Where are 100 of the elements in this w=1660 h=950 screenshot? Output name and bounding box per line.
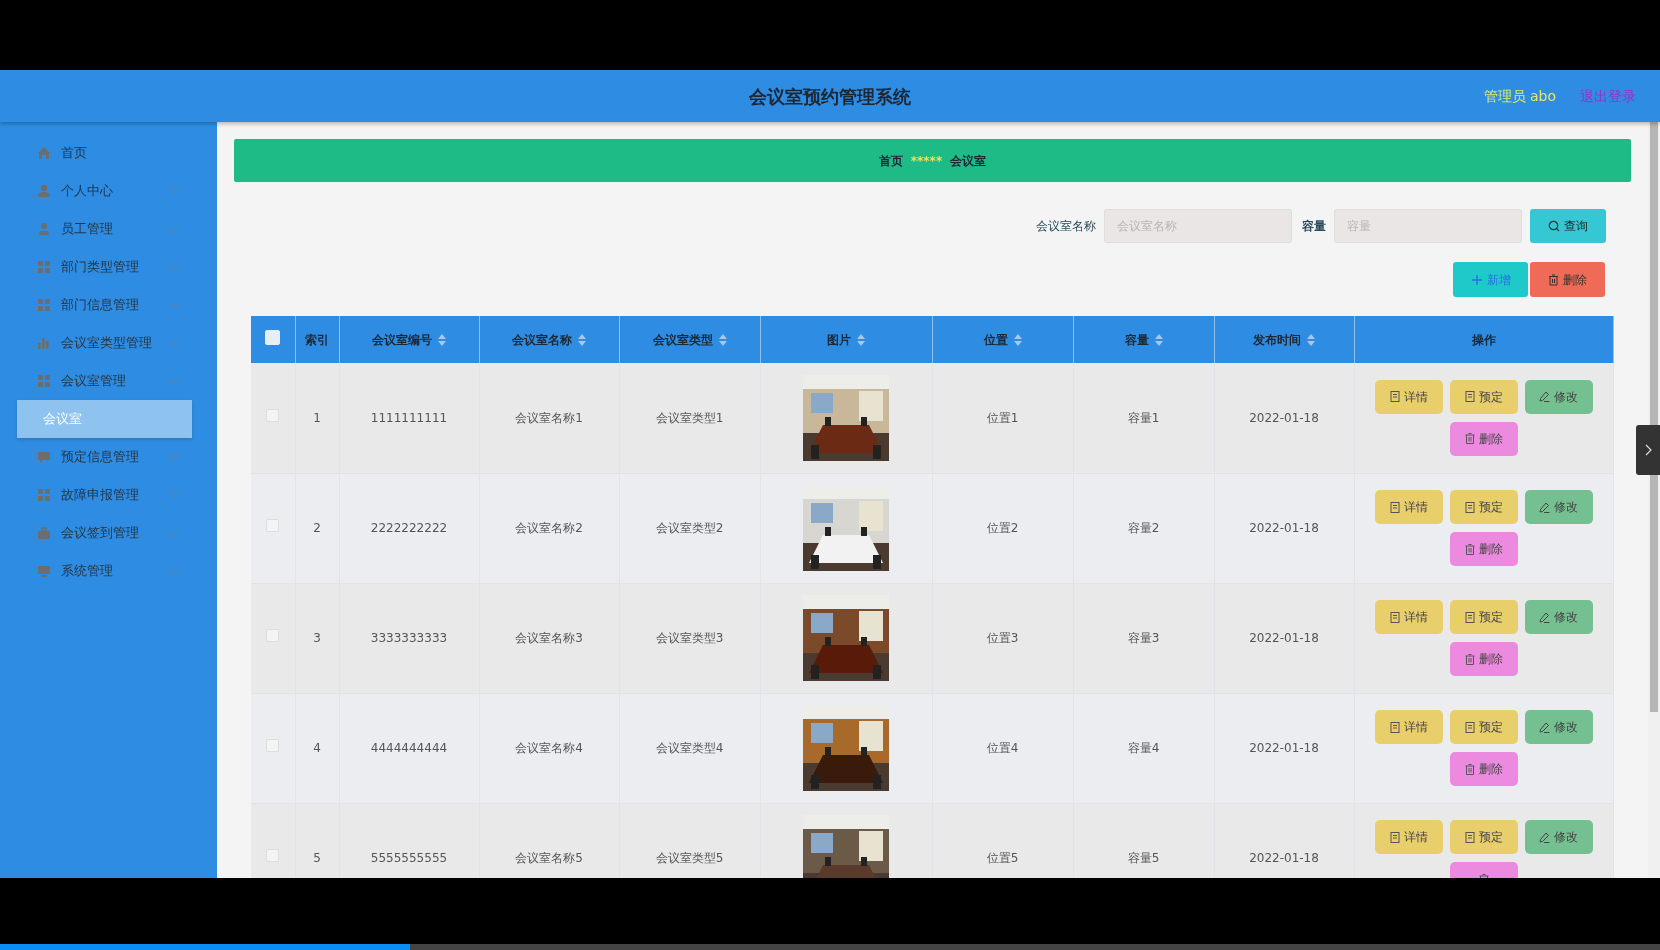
book-button[interactable]: 预定 [1449, 820, 1518, 854]
column-header[interactable]: 位置 [932, 316, 1073, 363]
capacity-cell: 容量3 [1127, 631, 1160, 645]
breadcrumb-item[interactable]: 首页 [878, 151, 903, 170]
document-icon [1389, 721, 1400, 733]
monitor-icon [37, 564, 51, 578]
sidebar-item[interactable]: 员工管理 [0, 210, 217, 248]
room-number-cell: 3333333333 [370, 631, 448, 645]
chevron-down-icon [169, 492, 179, 498]
sidebar-item[interactable]: 系统管理 [0, 552, 217, 590]
select-all-checkbox[interactable] [265, 329, 281, 345]
date-cell: 2022-01-18 [1249, 410, 1319, 425]
column-header[interactable]: 会议室名称 [479, 316, 619, 363]
sort-icon[interactable] [857, 334, 865, 346]
delete-button[interactable]: 删除 [1449, 642, 1518, 676]
room-number-cell: 1111111111 [370, 410, 448, 425]
delete-button[interactable]: 删除 [1449, 421, 1518, 456]
sort-icon[interactable] [1154, 334, 1163, 346]
column-header[interactable]: 会议室类型 [619, 316, 760, 363]
sidebar-item[interactable]: 会议签到管理 [0, 514, 217, 552]
scrollbar[interactable] [1648, 122, 1660, 878]
document-icon [1464, 391, 1475, 403]
sort-icon[interactable] [578, 334, 586, 346]
trash-icon [1548, 273, 1559, 286]
details-button[interactable]: 详情 [1374, 379, 1443, 414]
document-icon [1389, 611, 1400, 623]
chevron-down-icon [169, 378, 179, 384]
room-type-cell: 会议室类型1 [655, 410, 724, 425]
grid-icon [37, 260, 51, 274]
book-button[interactable]: 预定 [1449, 600, 1518, 634]
sidebar-item[interactable]: 故障申报管理 [0, 476, 217, 514]
document-icon [1464, 501, 1475, 513]
grid-icon [37, 298, 51, 312]
breadcrumb-separator: ***** [910, 152, 943, 170]
edit-button[interactable]: 修改 [1524, 710, 1593, 744]
delete-button[interactable]: 删除 [1449, 752, 1518, 786]
user-icon [37, 184, 51, 198]
sort-icon[interactable] [1307, 334, 1315, 346]
user-name: 管理员 abo [1483, 86, 1556, 106]
search-button[interactable]: 查询 [1530, 209, 1606, 243]
sort-icon[interactable] [718, 334, 727, 346]
column-header[interactable]: 容量 [1073, 316, 1214, 363]
room-type-cell: 会议室类型3 [655, 631, 724, 645]
edit-button[interactable]: 修改 [1524, 379, 1593, 414]
index-cell: 4 [313, 741, 321, 755]
room-name-cell: 会议室名称4 [515, 741, 583, 755]
edit-button[interactable]: 修改 [1524, 820, 1593, 854]
column-header[interactable]: 发布时间 [1214, 316, 1354, 363]
sidebar-item[interactable]: 会议室类型管理 [0, 324, 217, 362]
pencil-icon [1539, 831, 1550, 843]
expand-tab[interactable] [1636, 425, 1660, 475]
book-button[interactable]: 预定 [1449, 379, 1518, 414]
details-button[interactable]: 详情 [1374, 490, 1443, 524]
details-button[interactable]: 详情 [1374, 820, 1443, 854]
details-button[interactable]: 详情 [1374, 600, 1443, 634]
book-button[interactable]: 预定 [1449, 710, 1518, 744]
chevron-down-icon [169, 530, 179, 536]
sort-icon[interactable] [438, 334, 446, 346]
details-button[interactable]: 详情 [1374, 710, 1443, 744]
briefcase-icon [37, 526, 51, 540]
sidebar-item[interactable]: 部门类型管理 [0, 248, 217, 286]
room-number-cell: 2222222222 [370, 521, 448, 535]
edit-button[interactable]: 修改 [1524, 600, 1593, 634]
delete-button[interactable]: 删除 [1530, 262, 1605, 297]
column-header[interactable]: 会议室编号 [339, 316, 479, 363]
location-cell: 位置1 [986, 410, 1019, 425]
sidebar-item[interactable]: 首页 [0, 134, 217, 172]
location-cell: 位置5 [986, 851, 1019, 865]
progress-bar[interactable] [0, 944, 1660, 950]
room-name-cell: 会议室名称5 [515, 851, 583, 865]
add-button[interactable]: 新增 [1453, 262, 1528, 297]
document-icon [1464, 611, 1475, 623]
bar-chart-icon [37, 336, 51, 350]
capacity-cell: 容量1 [1127, 410, 1160, 425]
document-icon [1389, 391, 1400, 403]
room-name-cell: 会议室名称2 [515, 521, 583, 535]
delete-button[interactable]: 删除 [1449, 532, 1518, 566]
sidebar-item[interactable]: 个人中心 [0, 172, 217, 210]
home-icon [37, 146, 51, 160]
date-cell: 2022-01-18 [1249, 631, 1319, 645]
room-number-cell: 4444444444 [370, 741, 448, 755]
book-button[interactable]: 预定 [1449, 490, 1518, 524]
sidebar-item[interactable]: 会议室管理 [0, 362, 217, 400]
sort-icon[interactable] [1013, 334, 1022, 346]
breadcrumb-item[interactable]: 会议室 [950, 151, 987, 170]
sidebar-item[interactable]: 部门信息管理 [0, 286, 217, 324]
document-icon [1389, 501, 1400, 513]
chevron-down-icon [169, 188, 179, 194]
room-type-cell: 会议室类型4 [655, 741, 724, 755]
chevron-down-icon [169, 454, 179, 460]
field-label: 容量 [1302, 218, 1326, 235]
sidebar-item[interactable]: 预定信息管理 [0, 438, 217, 476]
document-icon [1464, 721, 1475, 733]
capacity-cell: 容量2 [1127, 521, 1160, 535]
column-header[interactable]: 图片 [760, 316, 932, 363]
index-cell: 1 [313, 410, 321, 425]
pencil-icon [1539, 391, 1550, 403]
edit-button[interactable]: 修改 [1524, 490, 1593, 524]
user-icon [37, 222, 51, 236]
grid-icon [37, 374, 51, 388]
